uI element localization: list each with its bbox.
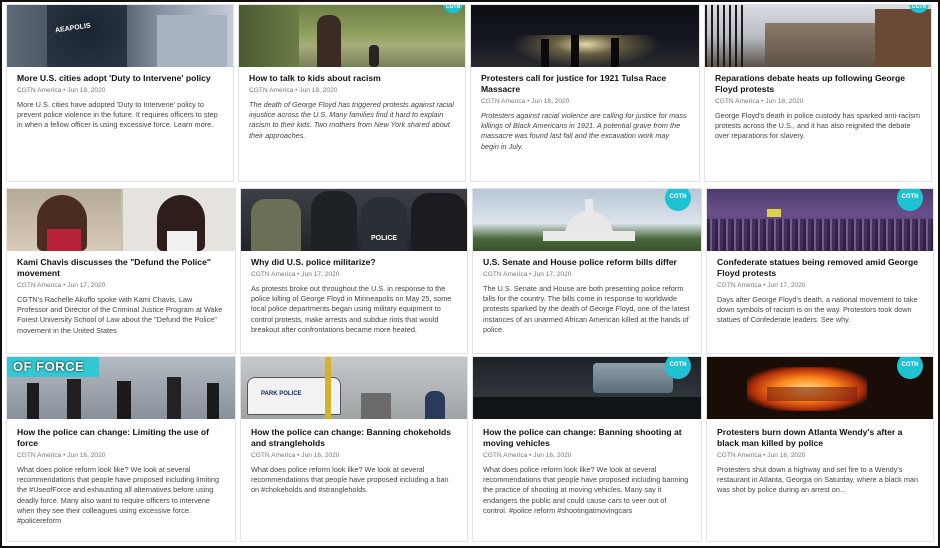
- news-card[interactable]: CGTN How the police can change: Banning …: [472, 356, 702, 542]
- card-thumbnail[interactable]: [239, 5, 465, 67]
- card-description: CGTN's Rachelle Akuffo spoke with Kami C…: [17, 295, 223, 335]
- card-meta: CGTN America • Jun 17, 2020: [17, 282, 106, 289]
- card-thumbnail[interactable]: PARK POLICE: [241, 357, 467, 419]
- card-meta: CGTN America • Jun 16, 2020: [483, 452, 572, 459]
- card-title[interactable]: How the police can change: Banning shoot…: [483, 427, 691, 449]
- thumbnail-caption: POLICE: [371, 235, 398, 242]
- news-card[interactable]: CGTN Confederate statues being removed a…: [706, 188, 934, 354]
- news-card[interactable]: POLICE Why did U.S. police militarize? C…: [240, 188, 468, 354]
- card-description: As protests broke out throughout the U.S…: [251, 284, 452, 334]
- card-title[interactable]: Confederate statues being removed amid G…: [717, 257, 923, 279]
- card-thumbnail[interactable]: [705, 5, 931, 67]
- card-title[interactable]: How to talk to kids about racism: [249, 73, 455, 84]
- card-description: The U.S. Senate and House are both prese…: [483, 284, 690, 334]
- card-meta: CGTN America • Jun 18, 2020: [249, 87, 338, 94]
- news-grid: AEAPOLIS More U.S. cities adopt 'Duty to…: [0, 0, 940, 548]
- card-title[interactable]: Protesters call for justice for 1921 Tul…: [481, 73, 689, 95]
- news-card[interactable]: CGTN Reparations debate heats up followi…: [704, 4, 932, 182]
- news-card[interactable]: CGTN How to talk to kids about racism CG…: [238, 4, 466, 182]
- card-title[interactable]: Why did U.S. police militarize?: [251, 257, 457, 268]
- card-title[interactable]: U.S. Senate and House police reform bill…: [483, 257, 691, 268]
- card-meta: CGTN America • Jun 17, 2020: [717, 282, 806, 289]
- card-thumbnail[interactable]: AEAPOLIS: [7, 5, 233, 67]
- news-card[interactable]: OF FORCE How the police can change: Limi…: [6, 356, 236, 542]
- card-description: George Floyd's death in police custody h…: [715, 111, 920, 141]
- card-title[interactable]: Reparations debate heats up following Ge…: [715, 73, 921, 95]
- thumbnail-caption: OF FORCE: [13, 359, 85, 374]
- news-card[interactable]: Kami Chavis discusses the "Defund the Po…: [6, 188, 236, 354]
- card-description: The death of George Floyd has triggered …: [249, 100, 454, 140]
- card-description: What does police reform look like? We lo…: [251, 465, 449, 495]
- news-card[interactable]: Protesters call for justice for 1921 Tul…: [470, 4, 700, 182]
- card-meta: CGTN America • Jun 17, 2020: [483, 271, 572, 278]
- card-meta: CGTN America • Jun 18, 2020: [17, 87, 106, 94]
- card-title[interactable]: More U.S. cities adopt 'Duty to Interven…: [17, 73, 223, 84]
- card-thumbnail[interactable]: [471, 5, 699, 67]
- card-thumbnail[interactable]: OF FORCE: [7, 357, 235, 419]
- card-description: More U.S. cities have adopted 'Duty to I…: [17, 100, 218, 130]
- card-title[interactable]: How the police can change: Banning choke…: [251, 427, 457, 449]
- card-title[interactable]: Protesters burn down Atlanta Wendy's aft…: [717, 427, 923, 449]
- card-meta: CGTN America • Jun 18, 2020: [481, 98, 570, 105]
- card-title[interactable]: Kami Chavis discusses the "Defund the Po…: [17, 257, 225, 279]
- card-description: What does police reform look like? We lo…: [483, 465, 689, 515]
- news-card[interactable]: CGTN U.S. Senate and House police reform…: [472, 188, 702, 354]
- news-card[interactable]: CGTN Protesters burn down Atlanta Wendy'…: [706, 356, 934, 542]
- card-meta: CGTN America • Jun 16, 2020: [251, 452, 340, 459]
- card-description: What does police reform look like? We lo…: [17, 465, 220, 526]
- card-meta: CGTN America • Jun 16, 2020: [717, 452, 806, 459]
- card-description: Days after George Floyd's death, a natio…: [717, 295, 918, 325]
- news-card[interactable]: PARK POLICE How the police can change: B…: [240, 356, 468, 542]
- card-title[interactable]: How the police can change: Limiting the …: [17, 427, 225, 449]
- card-meta: CGTN America • Jun 18, 2020: [715, 98, 804, 105]
- card-meta: CGTN America • Jun 17, 2020: [251, 271, 340, 278]
- card-description: Protesters shut down a highway and set f…: [717, 465, 919, 495]
- card-meta: CGTN America • Jun 16, 2020: [17, 452, 106, 459]
- card-thumbnail[interactable]: POLICE: [241, 189, 467, 251]
- news-card[interactable]: AEAPOLIS More U.S. cities adopt 'Duty to…: [6, 4, 234, 182]
- card-thumbnail[interactable]: [7, 189, 235, 251]
- card-description: Protesters against racial violence are c…: [481, 111, 687, 151]
- thumbnail-caption: PARK POLICE: [261, 391, 302, 397]
